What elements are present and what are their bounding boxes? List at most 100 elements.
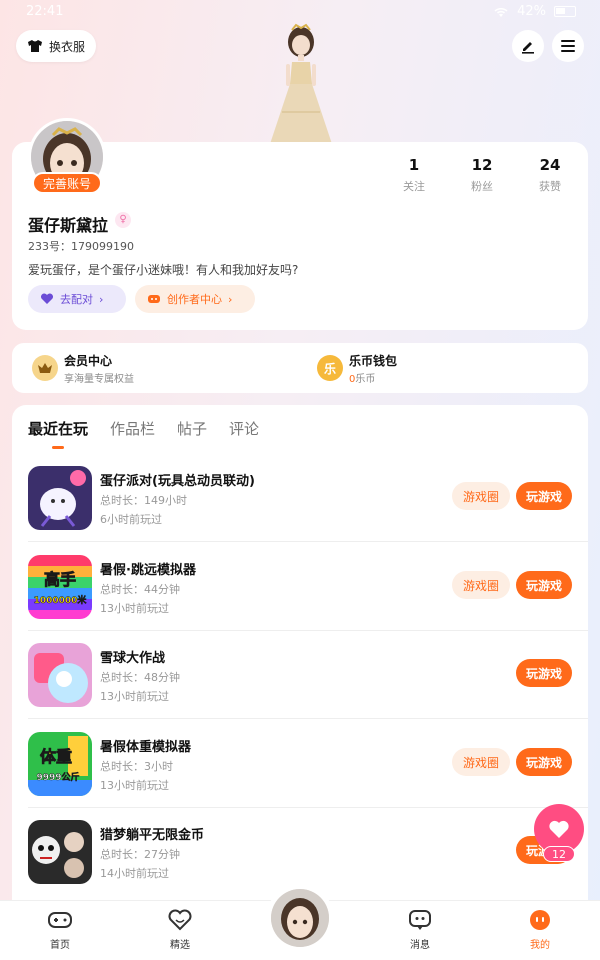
tab-recent-play[interactable]: 最近在玩	[28, 418, 88, 439]
long-jump-game-icon: 高手 1000000米	[28, 555, 92, 619]
pen-icon	[522, 42, 534, 54]
wallet-card: 会员中心 享海量专属权益 乐 乐币钱包 0乐币	[12, 343, 588, 393]
vip-center[interactable]: 会员中心 享海量专属权益	[32, 343, 134, 393]
game-duration: 总时长：48分钟	[100, 671, 180, 684]
coin-wallet[interactable]: 乐 乐币钱包 0乐币	[317, 343, 397, 393]
game-last-played: 14小时前玩过	[100, 867, 169, 880]
change-outfit-label: 换衣服	[48, 39, 85, 54]
coin-title: 乐币钱包	[349, 353, 398, 368]
play-game-button[interactable]: 玩游戏	[516, 482, 572, 510]
tab-comments[interactable]: 评论	[229, 418, 259, 439]
stat-fans-count: 12	[471, 156, 493, 174]
tab-me-label: 我的	[530, 940, 550, 951]
match-button[interactable]: 去配对 ›	[28, 285, 126, 313]
vip-subtitle: 享海量专属权益	[64, 373, 134, 385]
game-row[interactable]: 体重 9999公斤 暑假体重模拟器 总时长：3小时 13小时前玩过 游戏圈 玩游…	[28, 720, 588, 808]
profile-face-icon	[530, 910, 550, 930]
gamepad-icon	[48, 912, 72, 928]
chat-icon	[409, 910, 431, 930]
shirt-icon	[27, 40, 42, 52]
battery-text: 42%	[517, 4, 546, 19]
game-duration: 总时长：3小时	[100, 760, 173, 773]
tab-messages-label: 消息	[410, 940, 430, 951]
game-name: 猎梦躺平无限金币	[100, 828, 205, 843]
game-icon-subcaption: 1000000米	[34, 594, 88, 606]
gamepad-icon	[148, 295, 160, 303]
game-circle-button[interactable]: 游戏圈	[452, 482, 510, 510]
game-circle-button[interactable]: 游戏圈	[452, 748, 510, 776]
coin-icon: 乐	[317, 355, 343, 381]
heart-icon	[40, 293, 54, 304]
game-row[interactable]: 蛋仔派对(玩具总动员联动) 总时长：149小时 6小时前玩过 游戏圈 玩游戏	[28, 454, 588, 542]
stat-fans-label: 粉丝	[471, 180, 493, 193]
stat-likes-label: 获赞	[539, 180, 561, 193]
chevron-right-icon: ›	[99, 292, 104, 306]
tab-home-label: 首页	[50, 940, 70, 951]
tab-posts[interactable]: 帖子	[177, 418, 207, 439]
game-row[interactable]: 雪球大作战 总时长：48分钟 13小时前玩过 玩游戏	[28, 631, 588, 719]
stat-following-label: 关注	[403, 180, 425, 193]
favorite-count-badge: 12	[543, 846, 575, 862]
game-icon-caption: 体重	[40, 747, 72, 766]
dream-hunter-game-icon	[28, 820, 92, 884]
tab-works[interactable]: 作品栏	[110, 418, 155, 439]
match-label: 去配对	[60, 293, 93, 306]
profile-tabs: 最近在玩 作品栏 帖子 评论	[28, 418, 281, 439]
tab-messages[interactable]: 消息	[390, 909, 450, 951]
menu-icon	[561, 40, 575, 52]
snowball-game-icon	[28, 643, 92, 707]
game-icon-subcaption: 9999公斤	[36, 771, 79, 783]
game-row[interactable]: 猎梦躺平无限金币 总时长：27分钟 14小时前玩过 玩游戏	[28, 808, 588, 896]
weight-game-icon: 体重 9999公斤	[28, 732, 92, 796]
game-last-played: 13小时前玩过	[100, 690, 169, 703]
status-time: 22:41	[26, 4, 64, 19]
avatar-face-icon	[271, 889, 329, 947]
heart-icon	[549, 820, 569, 838]
stat-following-count: 1	[408, 156, 420, 174]
tab-featured-label: 精选	[170, 940, 190, 951]
stat-likes[interactable]: 24 获赞	[520, 156, 580, 194]
game-last-played: 13小时前玩过	[100, 602, 169, 615]
wifi-icon	[494, 7, 508, 17]
game-name: 暑假·跳远模拟器	[100, 563, 196, 578]
play-game-button[interactable]: 玩游戏	[516, 659, 572, 687]
game-duration: 总时长：27分钟	[100, 848, 180, 861]
user-id: 233号：179099190	[28, 240, 134, 253]
stat-likes-count: 24	[539, 156, 561, 174]
user-bio: 爱玩蛋仔，是个蛋仔小迷妹哦！有人和我加好友吗?	[28, 263, 299, 277]
game-duration: 总时长：149小时	[100, 494, 187, 507]
game-name: 蛋仔派对(玩具总动员联动)	[100, 474, 255, 489]
stat-following[interactable]: 1 关注	[384, 156, 444, 194]
edit-button[interactable]	[512, 30, 544, 62]
game-circle-button[interactable]: 游戏圈	[452, 571, 510, 599]
game-row[interactable]: 高手 1000000米 暑假·跳远模拟器 总时长：44分钟 13小时前玩过 游戏…	[28, 543, 588, 631]
username: 蛋仔斯黛拉	[28, 216, 109, 235]
battery-icon	[554, 6, 576, 17]
complete-account-badge[interactable]: 完善账号	[32, 172, 102, 194]
vip-title: 会员中心	[64, 353, 113, 368]
tab-featured[interactable]: 精选	[150, 909, 210, 951]
creator-center-label: 创作者中心	[167, 293, 222, 306]
game-icon-caption: 高手	[44, 570, 76, 589]
coin-unit: 乐币	[355, 373, 376, 385]
coin-balance: 0乐币	[349, 370, 397, 385]
chevron-right-icon: ›	[228, 292, 233, 306]
crown-icon	[32, 355, 58, 381]
menu-button[interactable]	[552, 30, 584, 62]
creator-center-button[interactable]: 创作者中心 ›	[135, 285, 255, 313]
center-avatar-button[interactable]	[266, 884, 334, 952]
game-last-played: 6小时前玩过	[100, 513, 162, 526]
game-duration: 总时长：44分钟	[100, 583, 180, 596]
play-game-button[interactable]: 玩游戏	[516, 748, 572, 776]
character-avatar-figure[interactable]	[262, 22, 340, 144]
tab-me[interactable]: 我的	[510, 909, 570, 951]
tab-indicator	[52, 446, 64, 449]
female-gender-icon: ♀	[115, 212, 131, 228]
play-game-button[interactable]: 玩游戏	[516, 571, 572, 599]
change-outfit-button[interactable]: 换衣服	[16, 30, 96, 62]
heart-outline-icon	[168, 909, 192, 931]
tab-home[interactable]: 首页	[30, 909, 90, 951]
stat-fans[interactable]: 12 粉丝	[452, 156, 512, 194]
eggy-party-game-icon	[28, 466, 92, 530]
game-name: 暑假体重模拟器	[100, 740, 192, 755]
